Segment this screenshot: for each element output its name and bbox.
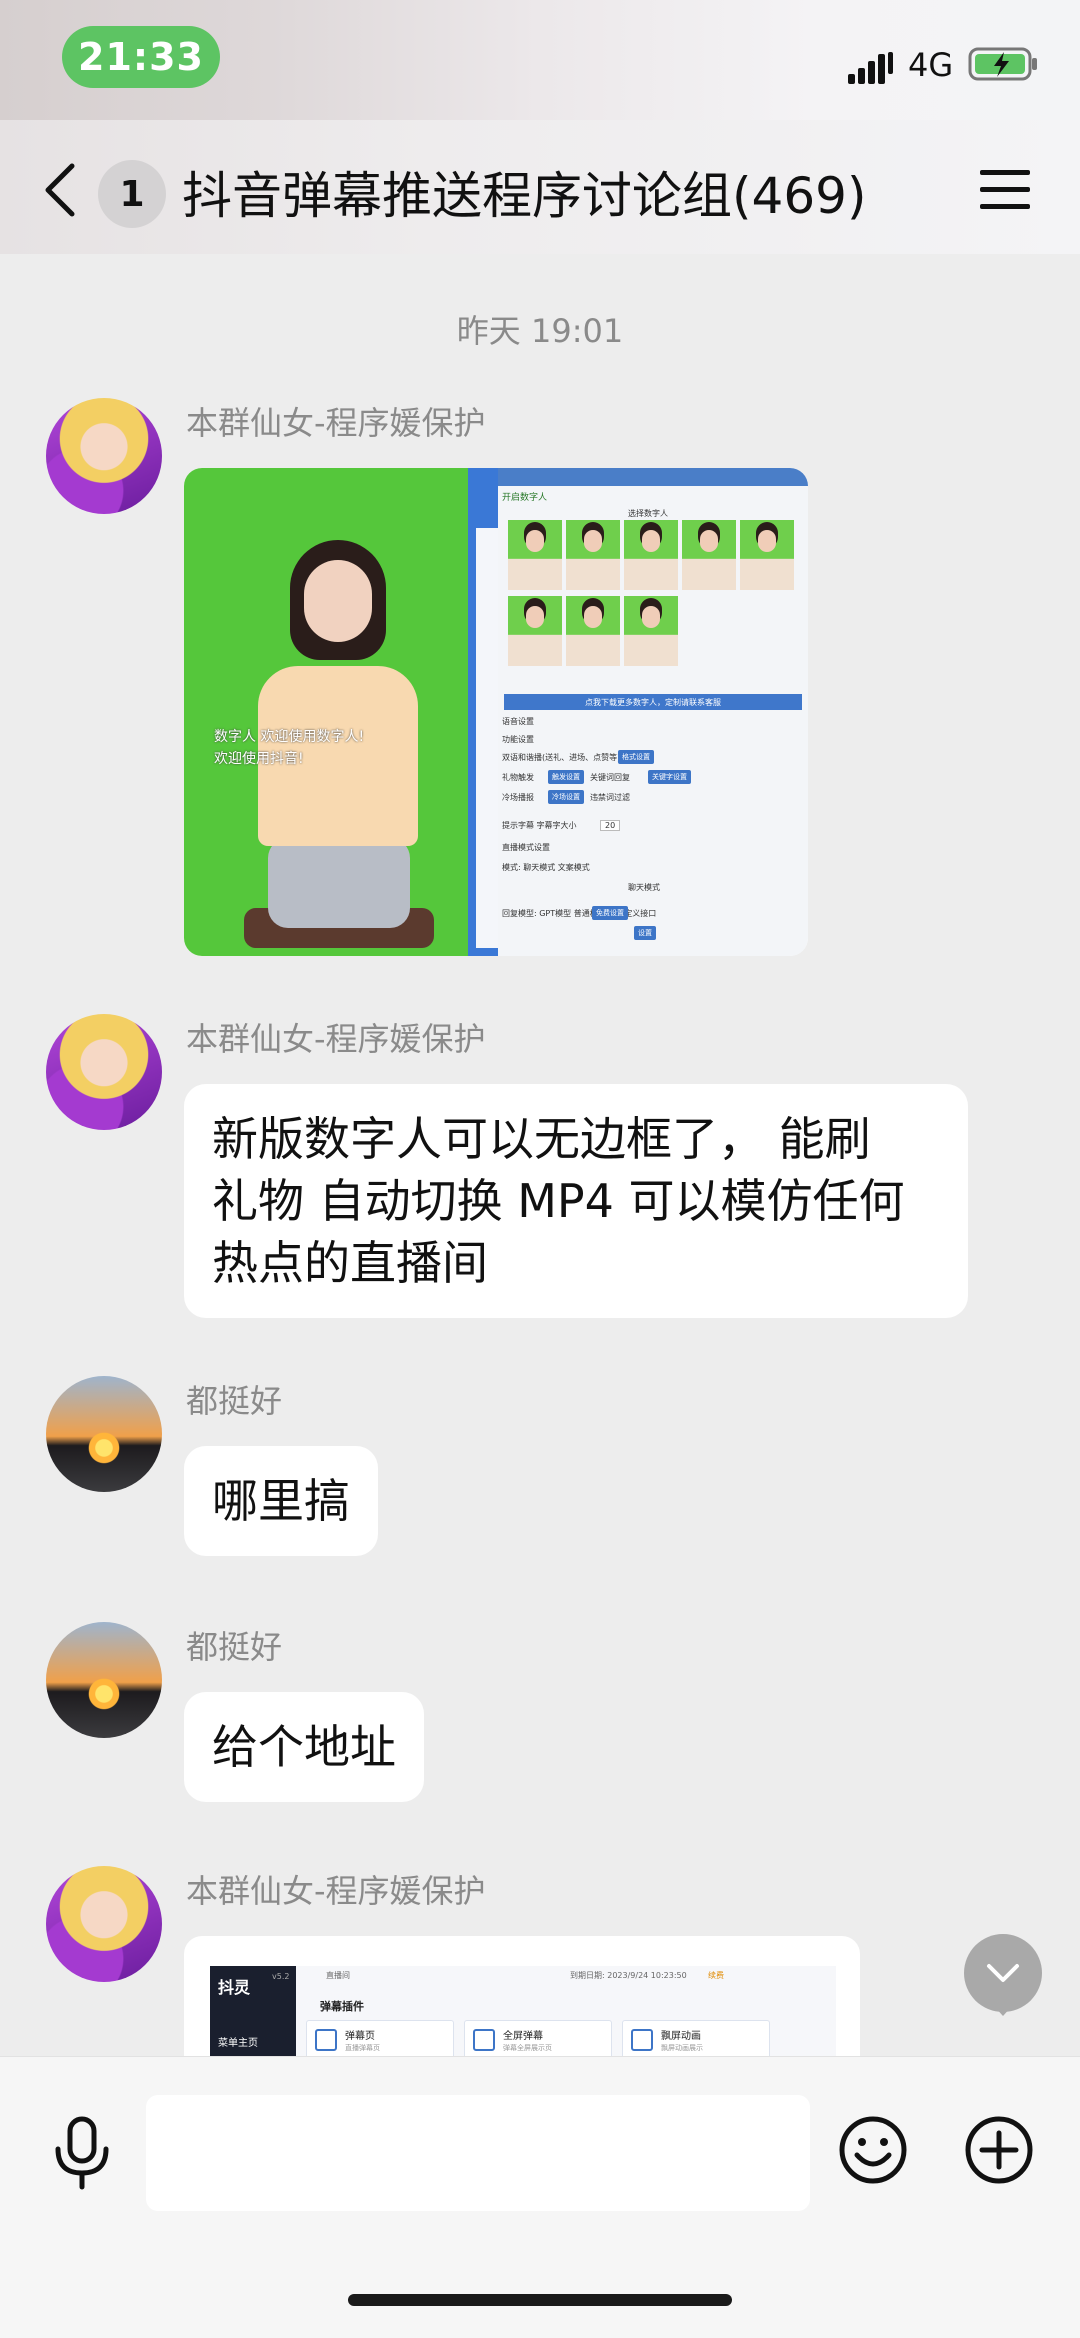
app-section-title: 弹幕插件 [320,2000,364,2013]
app-card: 飘屏动画 飘屏动画展示 [622,2020,770,2056]
panel-row: 关键词回复 [590,773,630,782]
panel-row: 直播模式设置 [502,843,550,852]
sender-name: 都挺好 [186,1382,283,1420]
app-logo: 抖灵 [218,1978,251,1997]
chat-message-list[interactable]: 昨天 19:01 本群仙女-程序媛保护 数字人 欢迎使用数字人! 欢迎使用抖音!… [0,254,1080,2056]
welcome-line: 欢迎使用抖音! [214,751,304,767]
person-legs-shape [268,838,410,928]
panel-titlebar [498,468,808,486]
download-more-bar: 点我下载更多数字人，定制请联系客服 [504,694,802,710]
message-line: 礼物 自动切换 MP4 可以模仿任何 [212,1174,905,1228]
chat-title: 抖音弹幕推送程序讨论组(469) [182,167,867,225]
scroll-to-bottom-button[interactable] [964,1934,1042,2016]
app-side-panel [476,528,498,948]
panel-select-label: 选择数字人 [628,509,668,518]
message-text: 给个地址 [212,1720,396,1774]
font-size-select: 20 [600,820,621,831]
message-timestamp: 昨天 19:01 [456,312,624,350]
card-icon [473,2029,495,2051]
message-text: 哪里搞 [212,1474,350,1528]
cellular-signal-icon [848,52,893,84]
digital-human-thumb [624,596,678,666]
digital-human-thumb [566,596,620,666]
home-indicator[interactable] [348,2294,732,2306]
panel-row: 礼物触发 [502,773,534,782]
plus-circle-icon[interactable] [964,2115,1034,2185]
card-title: 飘屏动画 [661,2031,701,2042]
avatar[interactable] [46,1866,162,1982]
card-title: 全屏弹幕 [503,2031,543,2042]
app-renew: 续费 [708,1971,724,1980]
panel-row: 双语和谐播(送礼、进场、点赞等) [502,753,621,762]
card-subtitle: 飘屏动画展示 [661,2044,703,2052]
panel-row: 聊天模式 [628,883,660,892]
card-icon [631,2029,653,2051]
emoji-icon[interactable] [838,2115,908,2185]
panel-title: 开启数字人 [502,493,548,503]
message-line: 热点的直播间 [212,1236,488,1290]
panel-row: 回复模型: GPT模型 普通机器人 自定义接口 [502,909,657,918]
panel-button: 格式设置 [618,750,654,764]
digital-human-thumb [740,520,794,590]
status-time: 21:33 [62,26,220,88]
welcome-line: 数字人 欢迎使用数字人! [214,729,365,745]
avatar[interactable] [46,1376,162,1492]
message-input[interactable] [146,2095,810,2211]
app-sidebar: 抖灵 v5.2 菜单主页 [210,1966,296,2056]
green-screen-image: 数字人 欢迎使用数字人! 欢迎使用抖音! [184,468,468,956]
panel-row: 冷场播报 [502,793,534,802]
text-message-bubble[interactable]: 新版数字人可以无边框了， 能刷 礼物 自动切换 MP4 可以模仿任何 热点的直播… [184,1084,968,1318]
settings-panel: 开启数字人 选择数字人 点我下载更多数字人，定制请联系客服 语音设置 功能设置 … [498,468,808,956]
panel-row: 提示字幕 字幕字大小 [502,821,577,830]
panel-button: 触发设置 [548,770,584,784]
avatar[interactable] [46,1622,162,1738]
sender-name: 本群仙女-程序媛保护 [186,1020,486,1058]
image-message[interactable]: 数字人 欢迎使用数字人! 欢迎使用抖音! 开启数字人 选择数字人 点我下载更多数… [184,468,808,956]
hamburger-menu-icon[interactable] [978,168,1032,212]
avatar[interactable] [46,398,162,514]
message-line: 新版数字人可以无边框了， 能刷 [212,1112,871,1166]
chevron-down-icon [987,1964,1019,1982]
panel-row: 模式: 聊天模式 文案模式 [502,863,590,872]
digital-human-thumb [566,520,620,590]
panel-row: 功能设置 [502,735,534,744]
digital-human-thumb [508,596,562,666]
card-title: 弹幕页 [345,2031,375,2042]
panel-row: 违禁词过滤 [590,793,630,802]
network-type: 4G [908,46,954,84]
panel-row: 语音设置 [502,717,534,726]
card-icon [315,2029,337,2051]
panel-button: 冷场设置 [548,790,584,804]
person-face-shape [304,560,372,642]
sender-name: 都挺好 [186,1628,283,1666]
sender-name: 本群仙女-程序媛保护 [186,1872,486,1910]
panel-button: 免费设置 [592,906,628,920]
battery-charging-icon [968,47,1037,81]
app-menu-home: 菜单主页 [218,2038,258,2049]
card-subtitle: 弹幕全屏展示页 [503,2044,552,2052]
image-message[interactable]: 抖灵 v5.2 菜单主页 直播间 到期日期: 2023/9/24 10:23:5… [184,1936,860,2056]
sender-name: 本群仙女-程序媛保护 [186,404,486,442]
panel-button: 设置 [634,926,656,940]
app-breadcrumb: 直播间 [326,1971,350,1980]
app-version: v5.2 [272,1972,290,1981]
card-subtitle: 直播弹幕页 [345,2044,380,2052]
welcome-caption: 数字人 欢迎使用数字人! 欢迎使用抖音! [214,726,364,770]
text-message-bubble[interactable]: 给个地址 [184,1692,424,1802]
chat-header: 1 抖音弹幕推送程序讨论组(469) [0,120,1080,254]
digital-human-thumb [682,520,736,590]
microphone-icon[interactable] [48,2115,116,2191]
app-main: 直播间 到期日期: 2023/9/24 10:23:50 续费 弹幕插件 弹幕页… [296,1966,836,2056]
panel-button: 关键字设置 [648,770,691,784]
app-card: 弹幕页 直播弹幕页 [306,2020,454,2056]
digital-human-thumb [624,520,678,590]
chevron-left-icon[interactable] [40,160,80,220]
status-bar: 21:33 4G [0,0,1080,120]
avatar[interactable] [46,1014,162,1130]
app-card: 全屏弹幕 弹幕全屏展示页 [464,2020,612,2056]
unread-count-badge[interactable]: 1 [98,160,166,228]
text-message-bubble[interactable]: 哪里搞 [184,1446,378,1556]
app-expire-date: 到期日期: 2023/9/24 10:23:50 [570,1971,687,1980]
digital-human-thumb [508,520,562,590]
